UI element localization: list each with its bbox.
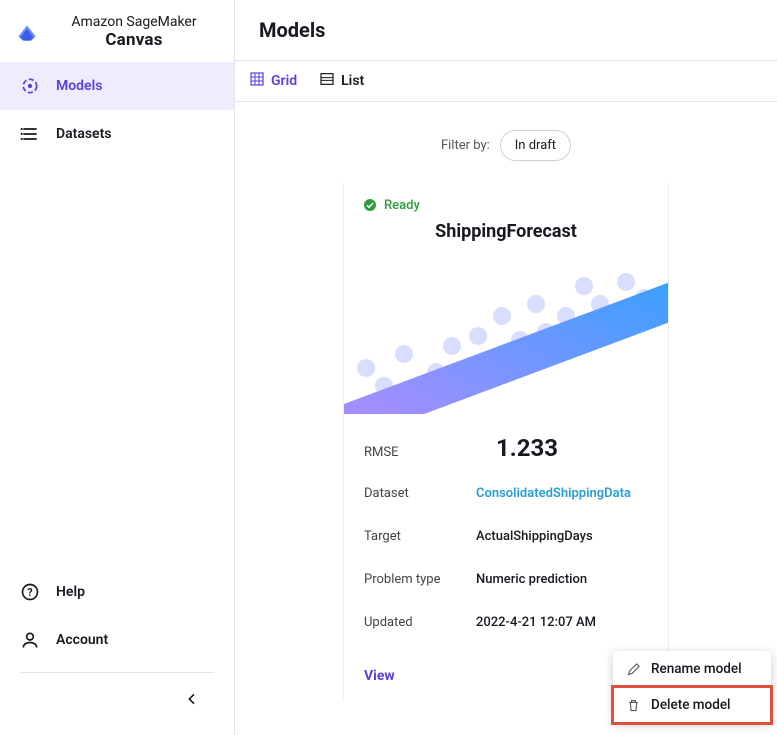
brand-line1: Amazon SageMaker [71, 14, 196, 30]
sidebar-item-account[interactable]: Account [0, 616, 234, 664]
menu-item-label: Delete model [651, 697, 731, 713]
models-icon [20, 76, 40, 96]
tab-label: List [341, 73, 364, 89]
meta-row: DatasetConsolidatedShippingData [364, 472, 648, 515]
brand: Amazon SageMaker Canvas [0, 0, 234, 62]
trash-icon [625, 697, 641, 713]
filter-label: Filter by: [441, 138, 490, 153]
meta-row: Problem typeNumeric prediction [364, 558, 648, 601]
card-chart [344, 256, 668, 414]
sidebar-item-label: Datasets [56, 126, 112, 142]
grid-icon [249, 71, 265, 91]
meta-key: Dataset [364, 486, 476, 501]
menu-rename-model[interactable]: Rename model [613, 651, 771, 687]
meta-key: Updated [364, 615, 476, 630]
brand-logo-icon [12, 17, 42, 47]
model-name: ShippingForecast [362, 217, 650, 254]
sidebar: Amazon SageMaker Canvas Models Datasets … [0, 0, 234, 735]
chevron-left-icon [184, 691, 200, 707]
sidebar-item-label: Models [56, 78, 102, 94]
account-icon [20, 630, 40, 650]
tab-list[interactable]: List [319, 71, 364, 91]
meta-key: Problem type [364, 572, 476, 587]
status-label: Ready [384, 198, 420, 213]
check-circle-icon [362, 197, 378, 213]
rmse-row: RMSE 1.233 [364, 424, 648, 472]
svg-text:?: ? [27, 586, 32, 599]
filter-chip-in-draft[interactable]: In draft [500, 130, 571, 161]
sidebar-item-help[interactable]: ? Help [0, 568, 234, 616]
brand-text: Amazon SageMaker Canvas [50, 14, 218, 50]
rmse-value: 1.233 [496, 434, 558, 462]
sidebar-item-models[interactable]: Models [0, 62, 234, 110]
status-badge: Ready [362, 197, 420, 213]
meta-value: ActualShippingDays [476, 529, 593, 544]
list-icon [319, 71, 335, 91]
pencil-icon [625, 661, 641, 677]
main: Models Grid List Filter by: In draft Rea… [234, 0, 777, 735]
sidebar-bottom: ? Help Account [0, 568, 234, 735]
model-card[interactable]: Ready ShippingForecast RMSE 1.233 [343, 183, 669, 702]
meta-value-link[interactable]: ConsolidatedShippingData [476, 486, 631, 501]
sidebar-item-label: Help [56, 584, 85, 600]
meta-value: Numeric prediction [476, 572, 587, 587]
sidebar-item-label: Account [56, 632, 108, 648]
collapse-sidebar-button[interactable] [0, 689, 234, 727]
sidebar-item-datasets[interactable]: Datasets [0, 110, 234, 158]
card-head: Ready ShippingForecast [344, 183, 668, 256]
menu-item-label: Rename model [651, 661, 742, 677]
help-icon: ? [20, 582, 40, 602]
context-menu: Rename model Delete model [613, 651, 771, 723]
page-title: Models [235, 0, 777, 61]
datasets-icon [20, 124, 40, 144]
tab-grid[interactable]: Grid [249, 71, 297, 91]
meta-row: TargetActualShippingDays [364, 515, 648, 558]
meta-row: Updated2022-4-21 12:07 AM [364, 601, 648, 644]
meta-key: Target [364, 529, 476, 544]
filter-row: Filter by: In draft [235, 102, 777, 175]
view-tabs: Grid List [235, 61, 777, 102]
meta-value: 2022-4-21 12:07 AM [476, 615, 596, 630]
brand-line2: Canvas [105, 30, 162, 50]
card-meta: RMSE 1.233 DatasetConsolidatedShippingDa… [344, 414, 668, 650]
tab-label: Grid [271, 73, 297, 89]
menu-delete-model[interactable]: Delete model [613, 687, 771, 723]
divider [20, 672, 214, 673]
rmse-key: RMSE [364, 445, 456, 460]
